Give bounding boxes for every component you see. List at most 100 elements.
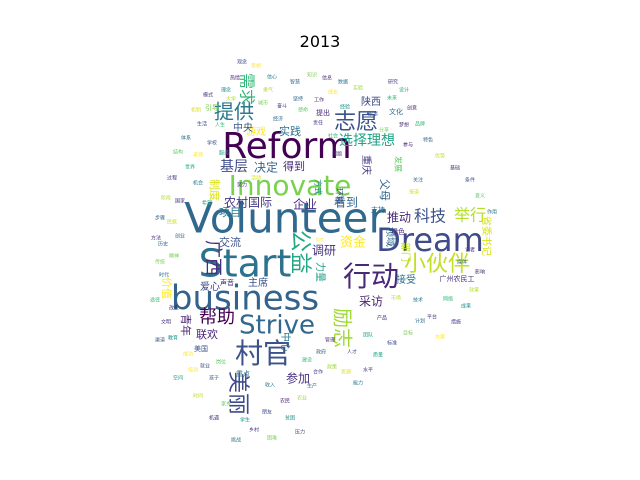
cloud-word: 爱心 [200,280,220,293]
cloud-word: 未来 [387,95,397,102]
cloud-word: 创意 [407,105,417,112]
cloud-word: 关注 [413,177,423,184]
cloud-word: 学校 [207,140,217,147]
cloud-word: 参与 [403,142,413,149]
cloud-word: 空间 [173,375,183,382]
cloud-word: 朋友 [262,409,272,416]
cloud-word: 结构 [173,149,183,156]
cloud-word: 途径 [150,297,160,304]
cloud-word: 问题 [332,151,342,158]
cloud-word: 平台 [427,314,437,321]
cloud-word: 奋斗 [277,103,287,110]
cloud-word: 理念 [221,87,231,94]
cloud-word: 政策 [327,364,337,371]
cloud-word: 努力 [237,182,247,189]
cloud-word: 故事 [368,111,378,118]
cloud-word: 民族 [167,219,177,226]
cloud-word: 采访 [359,295,383,309]
cloud-word: 人生 [215,122,225,129]
cloud-word: 传统 [155,259,165,266]
cloud-word: 陕西 [361,95,381,108]
cloud-word: 重庆 [360,155,373,175]
cloud-word: 就业 [200,363,210,370]
cloud-word: 希望 [202,200,212,207]
cloud-word: 渠道 [155,337,165,344]
cloud-word: 服务 [219,150,229,157]
cloud-word: Strive [239,311,315,341]
cloud-word: 网络 [443,296,453,303]
cloud-word: 公益 [287,230,312,274]
cloud-word: 省委书记 [480,216,493,256]
cloud-word: 效果 [469,287,479,294]
cloud-word: 项目 [219,206,241,219]
cloud-word: 制度 [208,179,222,201]
cloud-word: 梦想 [399,122,409,129]
cloud-word: 接受 [396,273,416,286]
cloud-word: 特色 [423,137,433,144]
cloud-word: 模式 [203,92,213,99]
cloud-word: 岗位 [216,359,226,366]
cloud-word: 困难 [267,435,277,442]
figure-canvas: 2013 Volunteer Start business Reform Dream In… [0,0,640,480]
cloud-word: 水平 [363,367,373,374]
cloud-word: 坚持 [293,96,303,103]
cloud-word: 力量 [314,262,327,282]
cloud-word: 科技 [414,207,446,226]
cloud-word: 声音 [220,278,234,287]
cloud-word: 资金 [340,235,366,251]
cloud-word: 需求 [238,73,257,105]
cloud-word: 改变 [169,305,179,312]
cloud-word: 时代 [159,272,169,279]
cloud-word: 机遇 [209,415,219,422]
cloud-word: 绿色 [391,227,405,236]
cloud-word: 联欢 [196,327,218,341]
cloud-word: 团队 [363,332,373,339]
cloud-word: 部门 [399,242,412,262]
cloud-word: 美国 [194,344,208,353]
cloud-word: 主席 [248,276,268,289]
cloud-word: 产品 [377,315,387,322]
cloud-word: 生产 [307,383,317,390]
cloud-word: 创业 [175,233,185,240]
cloud-word: 老师 [193,152,203,159]
cloud-word: 引导 [205,103,219,112]
cloud-word: 重点 [236,370,250,378]
cloud-word: 行动 [343,260,399,293]
cloud-word: 交流 [219,235,241,249]
cloud-word: 城市 [258,100,268,107]
cloud-word: 分享 [379,127,389,134]
cloud-word: 信息 [322,75,332,82]
cloud-word: 中心 [279,332,292,352]
cloud-word: 大学 [226,96,236,103]
cloud-word: 时间 [193,393,203,400]
cloud-word: 市场 [391,295,401,302]
cloud-word: 意义 [475,193,485,200]
cloud-word: 研究 [388,79,398,86]
word-cloud: VolunteerStartbusinessReformDreamInnovat… [150,59,497,444]
cloud-word: 技术 [413,297,423,304]
cloud-word: 成功 [183,351,193,358]
cloud-word: 提出 [316,108,330,117]
cloud-word: 调研 [312,244,336,258]
cloud-word: 孩子 [209,375,219,382]
cloud-word: 影响 [475,269,485,276]
cloud-word: 选择理想 [339,133,395,149]
cloud-word: 青年 [179,314,193,336]
cloud-word: 环境 [335,188,345,204]
cloud-word: 实验 [353,85,363,92]
cloud-word: 家乡 [221,401,231,408]
cloud-word: 得到 [283,160,305,173]
cloud-word: 使命 [298,107,308,114]
cloud-word: 标准 [387,340,397,347]
cloud-word: 机会 [193,180,203,187]
cloud-word: 发展 [394,156,404,172]
cloud-word: 机制 [191,107,201,114]
cloud-word: 体系 [181,135,191,142]
cloud-word: 父母 [378,179,391,201]
cloud-word: 政府 [316,349,326,356]
cloud-word: 责任 [313,120,323,127]
cloud-word: 文明 [161,319,171,326]
cloud-word: 作用 [487,209,497,216]
cloud-word: 方法 [151,235,161,242]
cloud-word: 成长 [328,89,338,96]
